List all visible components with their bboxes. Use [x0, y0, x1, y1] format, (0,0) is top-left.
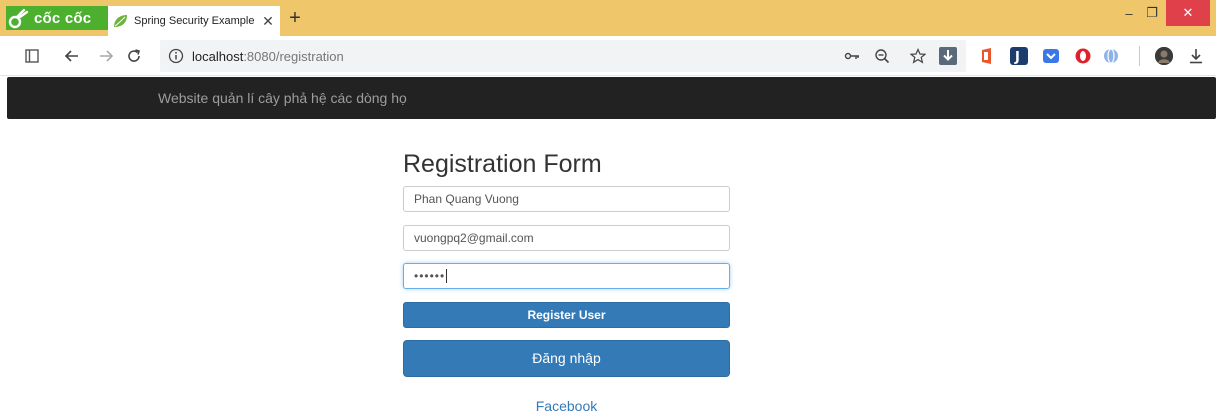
url-text: localhost:8080/registration — [192, 49, 344, 64]
tab-title: Spring Security Example — [134, 15, 255, 27]
extension-office-icon[interactable] — [978, 47, 996, 65]
browser-toolbar: localhost:8080/registration J — [0, 36, 1216, 76]
email-input[interactable]: vuongpq2@gmail.com — [403, 225, 730, 251]
profile-avatar[interactable] — [1155, 47, 1173, 65]
window-close-button[interactable]: ✕ — [1166, 0, 1210, 26]
name-input-value: Phan Quang Vuong — [414, 192, 519, 206]
url-host: localhost — [192, 48, 244, 64]
reload-icon[interactable] — [124, 46, 144, 66]
sidebar-toggle-icon[interactable] — [22, 46, 42, 66]
email-input-value: vuongpq2@gmail.com — [414, 231, 534, 245]
extension-globe-icon[interactable] — [1102, 47, 1120, 65]
window-maximize-button[interactable]: ❐ — [1140, 0, 1164, 26]
zoom-out-icon[interactable] — [872, 46, 892, 66]
facebook-link[interactable]: Facebook — [403, 398, 730, 413]
password-input[interactable]: •••••• — [403, 263, 730, 289]
forward-arrow-icon[interactable] — [96, 46, 116, 66]
extension-json-icon[interactable]: J — [1010, 47, 1028, 65]
extension-pocket-icon[interactable] — [1042, 47, 1060, 65]
site-info-icon[interactable] — [168, 48, 184, 64]
site-navbar: Website quản lí cây phả hệ các dòng họ — [7, 77, 1216, 119]
navbar-brand[interactable]: Website quản lí cây phả hệ các dòng họ — [158, 90, 407, 106]
window-minimize-button[interactable]: – — [1118, 0, 1140, 26]
page-title: Registration Form — [403, 150, 602, 178]
login-button[interactable]: Đăng nhập — [403, 340, 730, 377]
tab-spring-security[interactable]: Spring Security Example ✕ — [108, 6, 280, 36]
extension-opera-icon[interactable] — [1074, 47, 1092, 65]
coccoc-menu-button[interactable]: cốc cốc — [6, 6, 108, 30]
name-input[interactable]: Phan Quang Vuong — [403, 186, 730, 212]
download-manager-icon[interactable] — [938, 46, 958, 66]
register-user-button[interactable]: Register User — [403, 302, 730, 328]
download-icon[interactable] — [1186, 46, 1206, 66]
svg-text:J: J — [1014, 50, 1020, 65]
spring-leaf-icon — [114, 15, 127, 27]
back-arrow-icon[interactable] — [62, 46, 82, 66]
bookmark-star-icon[interactable] — [908, 46, 928, 66]
password-input-value: •••••• — [414, 269, 446, 283]
coccoc-logo-icon — [8, 8, 29, 29]
text-caret — [446, 269, 448, 283]
password-key-icon[interactable] — [842, 46, 862, 66]
toolbar-separator — [1139, 46, 1140, 66]
brand-name: cốc cốc — [34, 9, 92, 27]
browser-tabstrip: cốc cốc Spring Security Example ✕ + – ❐ … — [0, 0, 1216, 36]
tab-close-icon[interactable]: ✕ — [256, 13, 280, 30]
new-tab-button[interactable]: + — [284, 8, 306, 30]
url-path: :8080/registration — [243, 48, 344, 64]
